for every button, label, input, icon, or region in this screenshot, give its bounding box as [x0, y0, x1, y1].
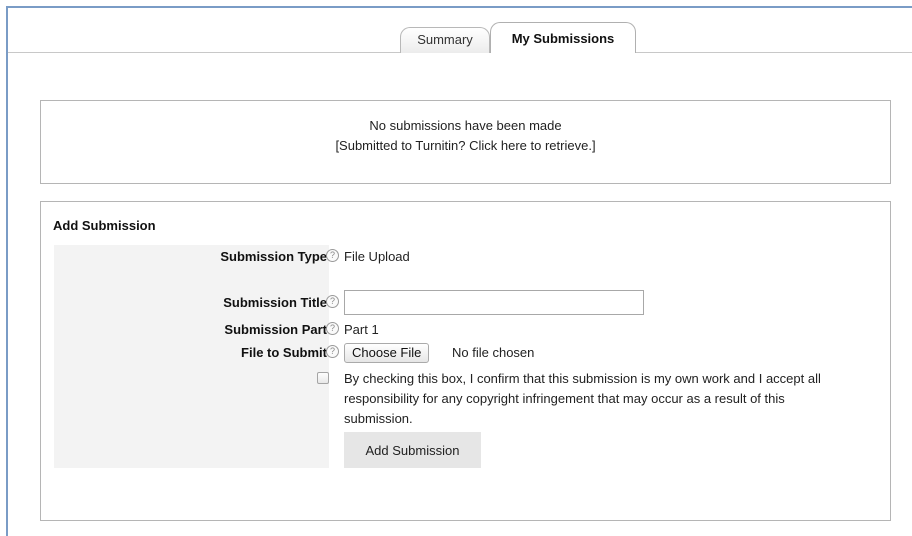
- submission-part-help-icon[interactable]: ?: [326, 322, 339, 335]
- file-to-submit-label: File to Submit: [241, 345, 327, 360]
- panel-title: Add Submission: [53, 218, 156, 233]
- turnitin-retrieve-link[interactable]: [Submitted to Turnitin? Click here to re…: [41, 138, 890, 153]
- submission-title-input[interactable]: [344, 290, 644, 315]
- active-tab-underlay: [491, 52, 635, 54]
- file-to-submit-help-icon[interactable]: ?: [326, 345, 339, 358]
- confirm-text: By checking this box, I confirm that thi…: [344, 371, 821, 426]
- submissions-notice: No submissions have been made [Submitted…: [40, 100, 891, 184]
- submission-type-help-icon[interactable]: ?: [326, 249, 339, 262]
- submission-type-label: Submission Type: [220, 249, 327, 264]
- choose-file-button[interactable]: Choose File: [344, 343, 430, 363]
- file-status-text: No file chosen: [452, 345, 535, 360]
- submission-title-help-icon[interactable]: ?: [326, 295, 339, 308]
- add-submission-panel: Add Submission Submission Type ? File Up…: [40, 201, 891, 521]
- confirm-checkbox[interactable]: [317, 372, 329, 384]
- submission-part-value: Part 1: [344, 322, 379, 337]
- tab-my-submissions[interactable]: My Submissions: [490, 22, 636, 53]
- submission-type-value: File Upload: [344, 249, 410, 264]
- tab-summary[interactable]: Summary: [400, 27, 490, 53]
- add-submission-button[interactable]: Add Submission: [344, 432, 481, 468]
- no-submissions-text: No submissions have been made: [369, 118, 562, 133]
- submission-part-label: Submission Part: [224, 322, 327, 337]
- submission-title-label: Submission Title: [223, 295, 327, 310]
